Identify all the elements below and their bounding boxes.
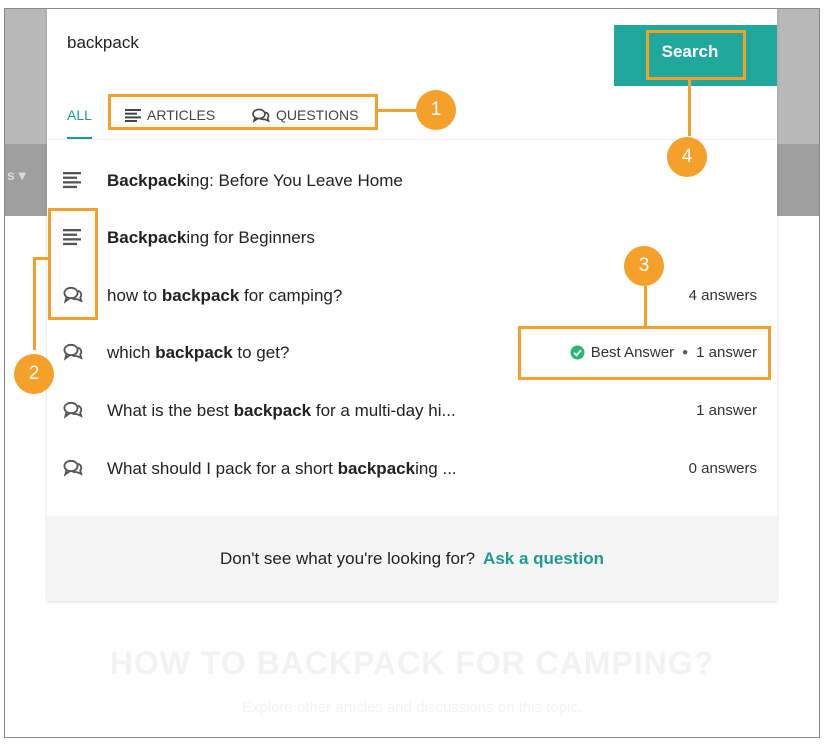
question-bubbles-icon: [63, 401, 83, 419]
question-bubbles-icon: [63, 459, 83, 477]
footer-text: Don't see what you're looking for?: [220, 549, 476, 568]
callout-badge-1: 1: [416, 90, 456, 130]
page-heading: HOW TO BACKPACK FOR CAMPING?: [109, 645, 715, 681]
result-title[interactable]: Backpacking for Beginners: [107, 209, 315, 266]
callout-connector: [33, 257, 36, 350]
callout-connector: [644, 286, 647, 326]
search-input[interactable]: [47, 9, 614, 86]
callout-badge-3: 3: [624, 246, 664, 286]
callout-connector: [688, 80, 691, 136]
callout-connector: [378, 109, 416, 112]
tab-all[interactable]: ALL: [67, 93, 92, 139]
result-title[interactable]: What is the best backpack for a multi-da…: [107, 382, 456, 439]
ask-question-link[interactable]: Ask a question: [483, 549, 604, 568]
tab-all-label: ALL: [67, 107, 92, 123]
result-title[interactable]: how to backpack for camping?: [107, 267, 342, 324]
result-title[interactable]: What should I pack for a short backpacki…: [107, 440, 457, 497]
question-bubbles-icon: [63, 343, 83, 361]
page-subheading: Explore other articles and discussions o…: [241, 699, 583, 716]
answer-count: 0 answers: [688, 460, 757, 477]
ask-question-footer: Don't see what you're looking for? Ask a …: [47, 516, 777, 601]
answer-count: 1 answer: [696, 402, 757, 419]
callout-badge-2: 2: [14, 354, 54, 394]
nav-fragment: s ▾: [7, 167, 26, 183]
callout-box-search-button: [646, 30, 746, 80]
callout-box-tabs: [108, 94, 378, 130]
callout-badge-4: 4: [667, 137, 707, 177]
callout-box-answer-meta: [518, 326, 771, 380]
article-lines-icon: [63, 172, 81, 189]
result-title[interactable]: Backpacking: Before You Leave Home: [107, 152, 403, 209]
result-item[interactable]: What should I pack for a short backpacki…: [47, 440, 777, 497]
result-item[interactable]: Backpacking for Beginners: [47, 209, 777, 266]
result-item[interactable]: how to backpack for camping? 4 answers: [47, 267, 777, 324]
result-title[interactable]: which backpack to get?: [107, 324, 289, 381]
result-item[interactable]: What is the best backpack for a multi-da…: [47, 382, 777, 439]
answer-count: 4 answers: [688, 287, 757, 304]
callout-box-icons: [48, 208, 98, 320]
